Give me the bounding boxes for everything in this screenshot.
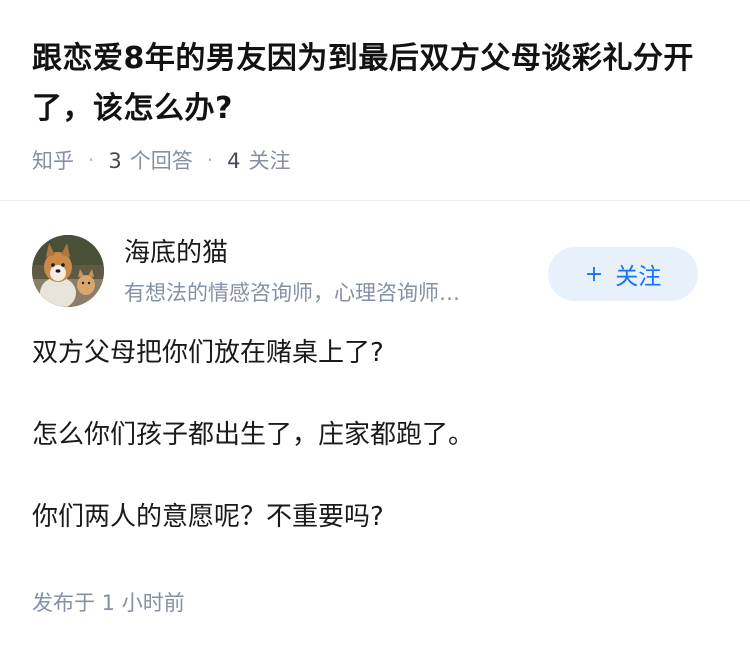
author-name[interactable]: 海底的猫 <box>124 235 228 271</box>
plus-icon: + <box>584 261 604 287</box>
answer-paragraph: 你们两人的意愿呢？不重要吗? <box>32 502 384 532</box>
answer-content[interactable]: 双方父母把你们放在赌桌上了? 怎么你们孩子都出生了，庄家都跑了。 你们两人的意愿… <box>32 331 718 577</box>
follow-count: 4 <box>227 149 241 173</box>
question-title[interactable]: 跟恋爱8年的男友因为到最后双方父母谈彩礼分开了，该怎么办? <box>32 34 722 134</box>
question-meta: 知乎 · 3 个回答 · 4 关注 <box>32 143 290 177</box>
avatar-image <box>32 235 104 307</box>
separator-dot: · <box>206 148 214 172</box>
question-header: 跟恋爱8年的男友因为到最后双方父母谈彩礼分开了，该怎么办? 知乎 · 3 个回答 … <box>0 0 750 201</box>
answer-card: 海底的猫 有想法的情感咨询师，心理咨询师… + 关注 双方父母把你们放在赌桌上了… <box>0 201 750 658</box>
avatar[interactable] <box>32 235 104 307</box>
answer-count-label: 个回答 <box>129 149 193 173</box>
separator-dot: · <box>88 148 95 172</box>
answer-paragraph: 双方父母把你们放在赌桌上了? <box>32 338 384 368</box>
follow-count-link[interactable]: 4 关注 <box>227 145 290 175</box>
answer-paragraph: 怎么你们孩子都出生了，庄家都跑了。 <box>32 420 475 450</box>
author-bio: 有想法的情感咨询师，心理咨询师… <box>124 281 460 305</box>
answer-count: 3 <box>108 149 122 173</box>
publish-time: 发布于 1 小时前 <box>32 591 185 615</box>
follow-button[interactable]: + 关注 <box>548 247 698 301</box>
answer-count-link[interactable]: 3 个回答 <box>108 145 192 175</box>
follow-button-label: 关注 <box>615 264 662 290</box>
follow-count-label: 关注 <box>248 149 291 173</box>
source-label[interactable]: 知乎 <box>32 145 74 175</box>
